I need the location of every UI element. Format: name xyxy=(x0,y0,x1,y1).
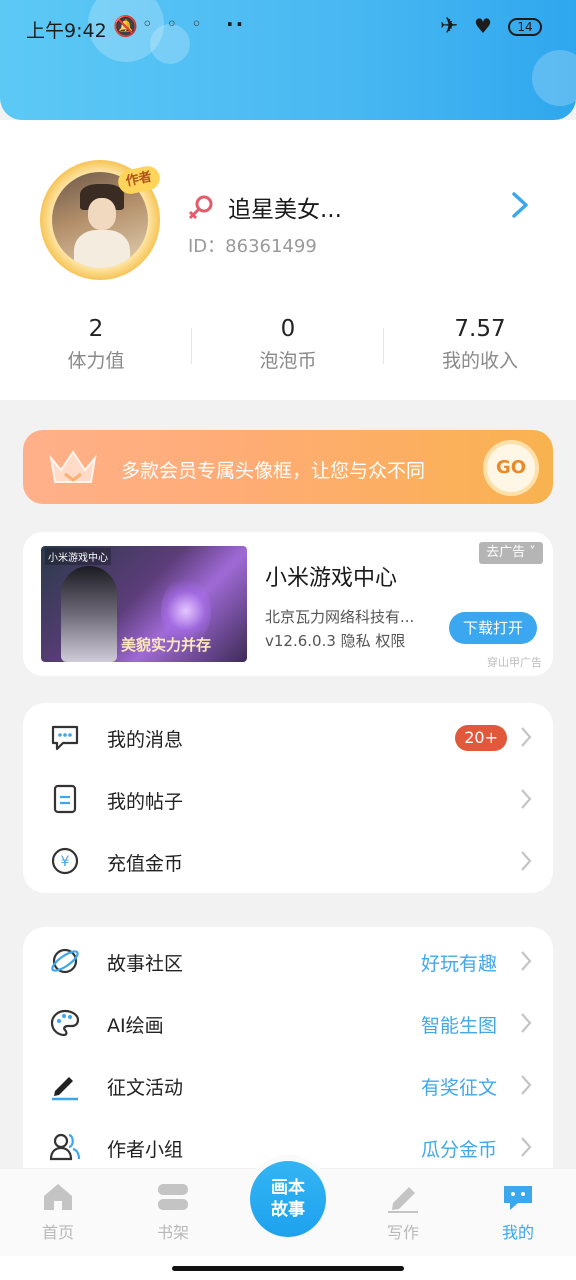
stat-value: 2 xyxy=(88,316,104,342)
create-story-button[interactable]: 画本 故事 xyxy=(250,1161,326,1237)
home-indicator[interactable] xyxy=(172,1266,404,1271)
status-bar: 上午9:42 🔕 ◦◦◦ ·· ✈ ♥ 14 xyxy=(0,0,576,56)
palette-icon xyxy=(50,1009,80,1037)
document-icon xyxy=(53,784,77,814)
ad-image[interactable]: 小米游戏中心 美貌实力并存 xyxy=(41,546,247,662)
menu-item-ai-painting[interactable]: AI绘画 智能生图 xyxy=(23,993,553,1053)
tab-me[interactable]: 我的 xyxy=(478,1181,558,1243)
ad-image-brand: 小米游戏中心 xyxy=(45,548,111,565)
tab-home[interactable]: 首页 xyxy=(18,1181,98,1243)
chevron-right-icon xyxy=(521,951,532,971)
user-id: ID：86361499 xyxy=(188,236,317,257)
avatar-face xyxy=(88,198,116,230)
menu-label: 充值金币 xyxy=(107,853,184,875)
avatar-frame[interactable]: 作者 xyxy=(40,160,163,280)
menu-hint: 瓜分金币 xyxy=(420,1139,497,1161)
stat-stamina[interactable]: 2 体力值 xyxy=(0,316,192,373)
planet-icon xyxy=(51,948,79,974)
profile-section: 作者 追星美女... ID：86361499 2 体力值 0 泡泡币 7.57 … xyxy=(0,120,576,400)
home-icon xyxy=(44,1184,72,1210)
chevron-right-icon xyxy=(521,851,532,871)
menu-hint: 有奖征文 xyxy=(420,1077,497,1099)
ad-title: 小米游戏中心 xyxy=(265,566,398,591)
more-dots-icon: ·· xyxy=(226,12,246,36)
crown-icon xyxy=(49,450,97,483)
menu-hint: 好玩有趣 xyxy=(420,953,497,975)
menu-item-posts[interactable]: 我的帖子 xyxy=(23,769,553,829)
center-button-wrap: 画本 故事 xyxy=(244,1155,332,1243)
menu-label: 我的消息 xyxy=(107,729,184,751)
tab-label: 我的 xyxy=(501,1223,534,1242)
stat-label: 体力值 xyxy=(67,350,125,372)
menu-card-account: 我的消息 20+ 我的帖子 ¥ 充值金币 xyxy=(23,703,553,893)
ad-publisher: 北京瓦力网络科技有... xyxy=(265,608,415,626)
stats-row: 2 体力值 0 泡泡币 7.57 我的收入 xyxy=(0,316,576,376)
menu-label: 征文活动 xyxy=(107,1077,184,1099)
go-button[interactable]: GO xyxy=(483,440,539,496)
notification-dots-icon: ◦◦◦ xyxy=(142,14,216,35)
chevron-right-icon[interactable] xyxy=(508,190,532,220)
mute-icon: 🔕 xyxy=(113,14,138,38)
status-time: 上午9:42 xyxy=(26,20,107,42)
tab-write[interactable]: 写作 xyxy=(363,1181,443,1243)
menu-label: AI绘画 xyxy=(107,1015,164,1037)
chevron-right-icon xyxy=(521,1075,532,1095)
vip-banner[interactable]: 多款会员专属头像框，让您与众不同 GO xyxy=(23,430,553,504)
center-button-line1: 画本 xyxy=(271,1178,305,1198)
message-icon xyxy=(51,725,79,751)
download-open-button[interactable]: 下载打开 xyxy=(449,612,537,644)
menu-label: 我的帖子 xyxy=(107,791,184,813)
stat-bubble-coins[interactable]: 0 泡泡币 xyxy=(192,316,384,373)
stat-income[interactable]: 7.57 我的收入 xyxy=(384,316,576,373)
chevron-right-icon xyxy=(521,727,532,747)
menu-card-features: 故事社区 好玩有趣 AI绘画 智能生图 征文活动 有奖征文 作者小组 瓜分金币 xyxy=(23,927,553,1187)
menu-hint: 智能生图 xyxy=(420,1015,497,1037)
remove-ad-button[interactable]: 去广告 ˅ xyxy=(479,542,543,564)
chevron-right-icon xyxy=(521,789,532,809)
svg-text:¥: ¥ xyxy=(61,854,70,870)
stat-value: 7.57 xyxy=(454,316,506,342)
unread-badge: 20+ xyxy=(455,725,507,751)
group-icon xyxy=(49,1133,81,1161)
pen-icon xyxy=(52,1077,78,1101)
airplane-icon: ✈ xyxy=(440,14,459,39)
menu-item-recharge[interactable]: ¥ 充值金币 xyxy=(23,831,553,891)
username[interactable]: 追星美女... xyxy=(228,190,342,224)
bookshelf-icon xyxy=(158,1184,188,1210)
vip-banner-text: 多款会员专属头像框，让您与众不同 xyxy=(121,460,426,482)
menu-label: 作者小组 xyxy=(107,1139,184,1161)
center-button-line2: 故事 xyxy=(271,1200,305,1220)
wifi-icon: ♥ xyxy=(474,14,492,38)
tab-label: 首页 xyxy=(41,1223,74,1242)
stat-value: 0 xyxy=(280,316,296,342)
menu-item-messages[interactable]: 我的消息 20+ xyxy=(23,707,553,767)
battery-icon: 14 xyxy=(508,18,542,36)
tab-label: 写作 xyxy=(386,1223,419,1242)
decor-bubble xyxy=(532,50,576,106)
menu-item-story-community[interactable]: 故事社区 好玩有趣 xyxy=(23,931,553,991)
menu-label: 故事社区 xyxy=(107,953,184,975)
ad-source: 穿山甲广告 xyxy=(487,656,542,669)
chevron-right-icon xyxy=(521,1137,532,1157)
chevron-right-icon xyxy=(521,1013,532,1033)
stat-label: 泡泡币 xyxy=(259,350,317,372)
ad-version[interactable]: v12.6.0.3 隐私 权限 xyxy=(265,630,405,651)
ad-image-slogan: 美貌实力并存 xyxy=(121,636,212,654)
stat-label: 我的收入 xyxy=(441,350,518,372)
avatar-body xyxy=(74,230,130,268)
menu-item-essay-contest[interactable]: 征文活动 有奖征文 xyxy=(23,1055,553,1115)
me-icon xyxy=(504,1186,532,1210)
author-tag: 作者 xyxy=(115,163,163,197)
ad-card[interactable]: 小米游戏中心 美貌实力并存 小米游戏中心 北京瓦力网络科技有... v12.6.… xyxy=(23,532,553,676)
ad-figure xyxy=(61,566,117,662)
tab-label: 书架 xyxy=(156,1223,189,1242)
female-icon xyxy=(188,195,213,220)
write-icon xyxy=(388,1187,418,1213)
coin-icon: ¥ xyxy=(51,847,79,875)
tab-bookshelf[interactable]: 书架 xyxy=(133,1181,213,1243)
